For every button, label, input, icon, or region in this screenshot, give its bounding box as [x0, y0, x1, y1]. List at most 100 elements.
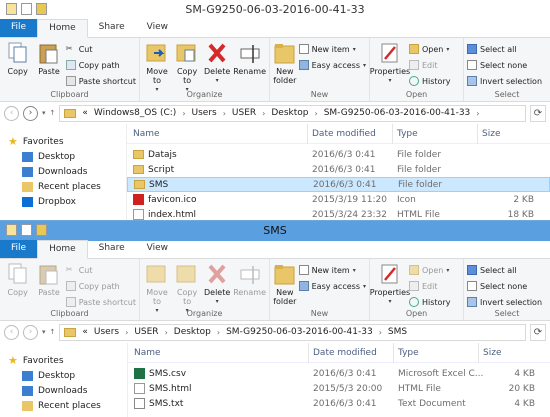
file-row[interactable]: SMS.txt 2016/6/3 0:41 Text Document 4 KB [128, 396, 550, 411]
address-bar[interactable]: « Users › USER › Desktop › SM-G9250-06-0… [59, 323, 526, 341]
breadcrumb-separator-icon[interactable]: › [476, 109, 479, 118]
edit-button[interactable]: Edit [409, 58, 450, 72]
nav-favorites[interactable]: ★ Favorites [0, 353, 127, 368]
nav-desktop[interactable]: Desktop [0, 149, 126, 164]
easy-access-icon [298, 60, 309, 70]
open-button[interactable]: Open ▾ [409, 42, 450, 56]
select-none-button[interactable]: Select none [467, 279, 542, 293]
invert-selection-button[interactable]: Invert selection [467, 74, 542, 88]
recent-locations-chevron-icon[interactable]: ▾ [42, 109, 46, 117]
breadcrumb-user[interactable]: USER [134, 327, 158, 337]
move-folder-icon [146, 262, 168, 286]
breadcrumb-overflow[interactable]: « [82, 327, 88, 337]
nav-recent-places[interactable]: Recent places [0, 179, 126, 194]
breadcrumb-parent[interactable]: SM-G9250-06-03-2016-00-41-33 [226, 327, 373, 337]
ribbon: Copy Paste ✂ Cut Copy path Paste shortcut… [0, 38, 550, 102]
open-group: Properties ▾ Open ▾ Edit History Open [370, 259, 464, 320]
file-row[interactable]: favicon.ico 2015/3/19 11:20 Icon 2 KB [127, 192, 550, 207]
breadcrumb-overflow[interactable]: « [82, 108, 88, 118]
breadcrumb-user[interactable]: USER [232, 108, 256, 118]
file-row-selected[interactable]: SMS 2016/6/3 0:41 File folder [127, 177, 550, 192]
column-size[interactable]: Size [479, 343, 549, 363]
breadcrumb-separator-icon[interactable]: › [182, 109, 185, 118]
history-button[interactable]: History [409, 295, 450, 309]
tab-view[interactable]: View [136, 19, 179, 37]
column-name[interactable]: Name [127, 123, 308, 144]
dropbox-icon [22, 196, 33, 207]
new-item-button[interactable]: New item ▾ [298, 42, 366, 56]
breadcrumb-separator-icon[interactable]: › [223, 109, 226, 118]
history-icon [409, 76, 419, 86]
breadcrumb-current[interactable]: SM-G9250-06-03-2016-00-41-33 [324, 108, 471, 118]
select-all-button[interactable]: Select all [467, 263, 542, 277]
edit-button[interactable]: Edit [409, 279, 450, 293]
column-type[interactable]: Type [394, 342, 479, 363]
open-button[interactable]: Open ▾ [409, 263, 450, 277]
breadcrumb-users[interactable]: Users [94, 327, 119, 337]
rename-icon [239, 41, 261, 65]
copy-folder-icon [176, 262, 198, 286]
breadcrumb-separator-icon[interactable]: › [217, 328, 220, 337]
select-none-button[interactable]: Select none [467, 58, 542, 72]
column-name[interactable]: Name [128, 342, 309, 363]
cut-button[interactable]: ✂ Cut [66, 263, 136, 277]
copy-path-button[interactable]: Copy path [65, 58, 136, 72]
copy-path-button[interactable]: Copy path [65, 279, 136, 293]
recent-locations-chevron-icon[interactable]: ▾ [42, 328, 46, 336]
column-date-modified[interactable]: Date modified [309, 342, 394, 363]
file-row[interactable]: index.html 2015/3/24 23:32 HTML File 18 … [127, 207, 550, 220]
nav-downloads[interactable]: Downloads [0, 164, 126, 179]
history-button[interactable]: History [409, 74, 450, 88]
address-bar[interactable]: « Windows8_OS (C:) › Users › USER › Desk… [59, 104, 526, 122]
breadcrumb-desktop[interactable]: Desktop [174, 327, 211, 337]
forward-button[interactable]: › [23, 324, 38, 340]
easy-access-button[interactable]: Easy access ▾ [298, 58, 366, 72]
new-item-button[interactable]: New item ▾ [298, 263, 366, 277]
tab-share[interactable]: Share [88, 240, 136, 258]
breadcrumb-current[interactable]: SMS [388, 327, 407, 337]
cut-button[interactable]: ✂ Cut [66, 42, 136, 56]
nav-downloads[interactable]: Downloads [0, 383, 127, 398]
file-list: Name Date modified Type Size Datajs 2016… [127, 123, 550, 220]
breadcrumb-users[interactable]: Users [192, 108, 217, 118]
copy-path-icon [65, 60, 76, 70]
tab-home[interactable]: Home [37, 19, 88, 38]
forward-button[interactable]: › [23, 105, 38, 121]
refresh-button[interactable]: ⟳ [530, 323, 546, 341]
nav-favorites[interactable]: ★ Favorites [0, 134, 126, 149]
tab-home[interactable]: Home [37, 240, 88, 259]
back-button[interactable]: ‹ [4, 105, 19, 121]
file-row[interactable]: Datajs 2016/6/3 0:41 File folder [127, 147, 550, 162]
paste-shortcut-button[interactable]: Paste shortcut [65, 74, 136, 88]
breadcrumb-separator-icon[interactable]: › [262, 109, 265, 118]
file-row[interactable]: SMS.csv 2016/6/3 0:41 Microsoft Excel C.… [128, 366, 550, 381]
select-all-button[interactable]: Select all [467, 42, 542, 56]
file-row[interactable]: Script 2016/6/3 0:41 File folder [127, 162, 550, 177]
breadcrumb-separator-icon[interactable]: › [125, 328, 128, 337]
breadcrumb-separator-icon[interactable]: › [165, 328, 168, 337]
nav-desktop[interactable]: Desktop [0, 368, 127, 383]
refresh-button[interactable]: ⟳ [530, 104, 546, 122]
nav-recent-places[interactable]: Recent places [0, 398, 127, 413]
paste-shortcut-button[interactable]: Paste shortcut [65, 295, 136, 309]
organize-group-label: Organize [186, 309, 223, 318]
breadcrumb-drive[interactable]: Windows8_OS (C:) [94, 108, 176, 118]
file-row[interactable]: SMS.html 2015/5/3 20:00 HTML File 20 KB [128, 381, 550, 396]
up-arrow-icon[interactable]: ↑ [50, 328, 56, 336]
tab-file[interactable]: File [0, 19, 38, 37]
easy-access-button[interactable]: Easy access ▾ [298, 279, 366, 293]
clipboard-group-label: Clipboard [50, 90, 89, 99]
breadcrumb-desktop[interactable]: Desktop [271, 108, 308, 118]
invert-selection-button[interactable]: Invert selection [467, 295, 542, 309]
breadcrumb-separator-icon[interactable]: › [379, 328, 382, 337]
nav-dropbox[interactable]: Dropbox [0, 194, 126, 209]
column-date-modified[interactable]: Date modified [308, 123, 393, 144]
tab-share[interactable]: Share [88, 19, 136, 37]
column-type[interactable]: Type [393, 123, 478, 144]
tab-file[interactable]: File [0, 240, 38, 258]
breadcrumb-separator-icon[interactable]: › [315, 109, 318, 118]
tab-view[interactable]: View [136, 240, 179, 258]
column-size[interactable]: Size [478, 124, 548, 144]
up-arrow-icon[interactable]: ↑ [50, 109, 56, 117]
back-button[interactable]: ‹ [4, 324, 19, 340]
